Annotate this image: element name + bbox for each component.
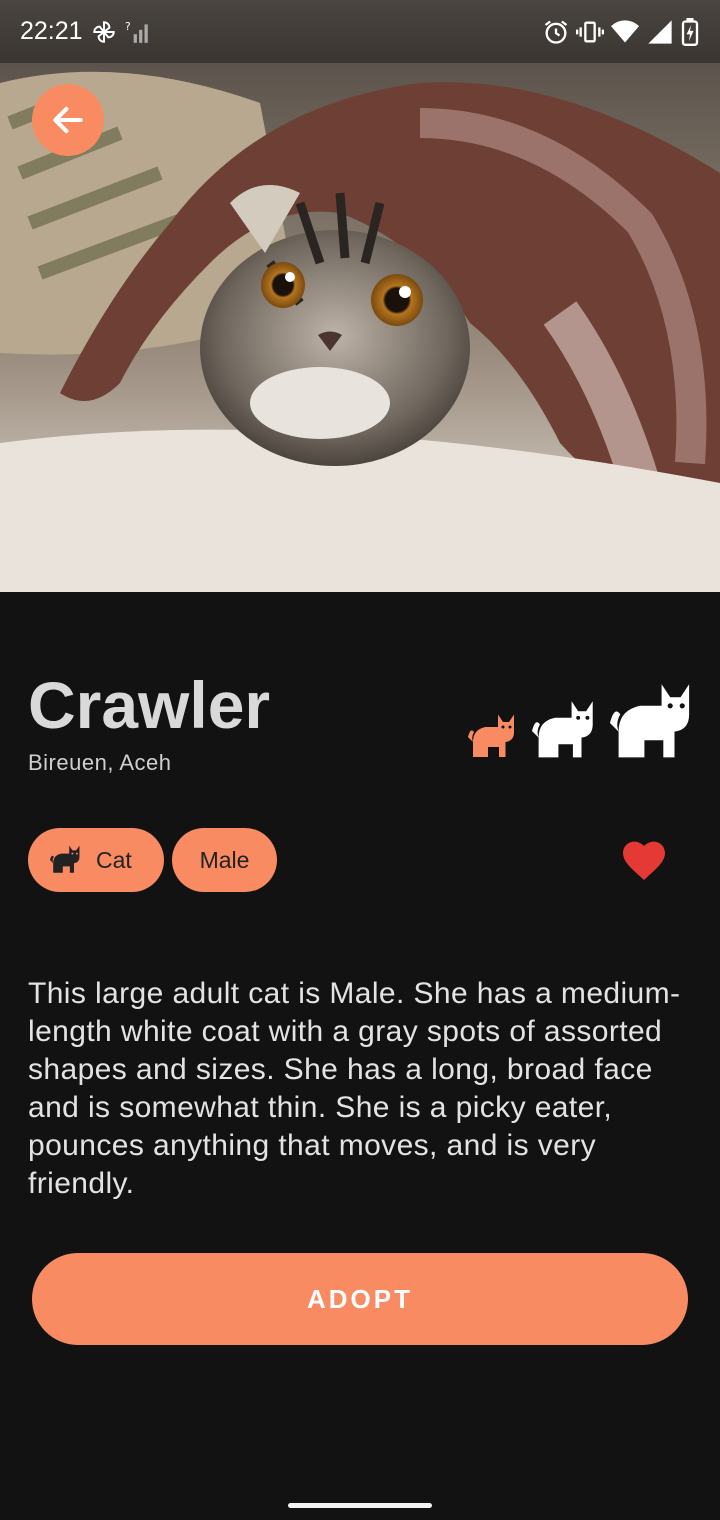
home-indicator[interactable] <box>288 1503 432 1508</box>
pet-location: Bireuen, Aceh <box>28 750 172 775</box>
cell-signal-icon <box>648 19 672 44</box>
vibrate-icon <box>576 21 604 42</box>
svg-text:?: ? <box>125 19 131 32</box>
size-selector <box>466 680 696 760</box>
cat-large-icon[interactable] <box>610 684 690 758</box>
type-chip-label: Cat <box>96 846 132 873</box>
status-bar: 22:21 ? <box>0 0 720 63</box>
pet-description: This large adult cat is Male. She has a … <box>28 977 681 1200</box>
signal-unknown-icon: ? <box>125 19 148 43</box>
pinwheel-icon <box>92 20 115 43</box>
type-chip[interactable]: Cat <box>28 828 164 892</box>
gender-chip-label: Male <box>199 846 250 873</box>
alarm-icon <box>544 20 568 44</box>
arrow-left-icon <box>53 106 83 134</box>
cat-under-blanket-photo <box>0 63 720 592</box>
cat-icon <box>50 845 80 873</box>
pet-photo <box>0 63 720 592</box>
cat-medium-icon[interactable] <box>532 701 593 758</box>
wifi-icon <box>611 19 639 42</box>
battery-charging-icon <box>681 17 699 46</box>
heart-icon[interactable] <box>620 838 668 882</box>
adopt-button[interactable]: ADOPT <box>32 1253 688 1345</box>
pet-name: Crawler <box>28 668 271 742</box>
gender-chip[interactable]: Male <box>172 828 277 892</box>
cat-small-icon[interactable] <box>468 714 514 758</box>
back-button[interactable] <box>32 84 104 156</box>
status-time: 22:21 <box>20 17 83 45</box>
